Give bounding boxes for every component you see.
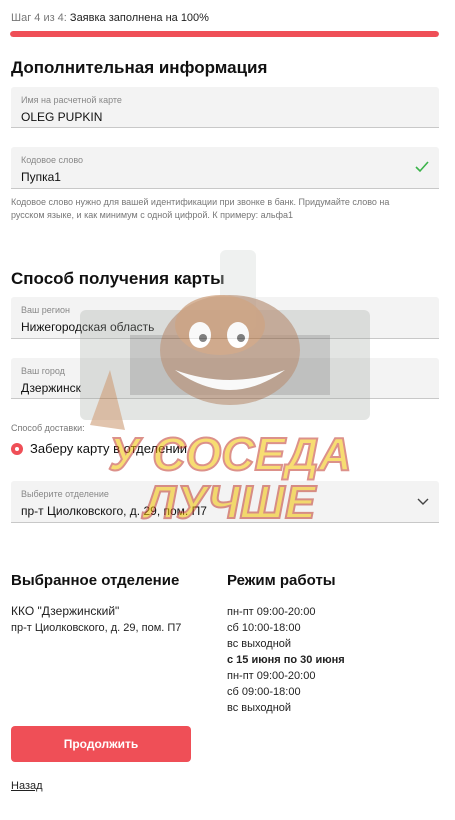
schedule-line: вс выходной	[227, 702, 292, 714]
branch-name: ККО "Дзержинский"	[11, 604, 120, 618]
branch-select[interactable]: Выберите отделение пр-т Циолковского, д.…	[11, 481, 439, 523]
step-prefix: Шаг 4 из 4:	[11, 12, 67, 24]
check-icon	[415, 161, 429, 173]
code-word-label: Кодовое слово	[21, 155, 84, 165]
branch-address: пр-т Циолковского, д. 29, пом. П7	[11, 622, 182, 634]
schedule-line: пн-пт 09:00-20:00	[227, 606, 316, 618]
schedule-line: пн-пт 09:00-20:00	[227, 670, 316, 682]
progress-bar	[10, 31, 439, 37]
region-field[interactable]: Ваш регион Нижегородская область	[11, 297, 439, 339]
chevron-down-icon[interactable]	[417, 498, 429, 506]
schedule-line: сб 10:00-18:00	[227, 622, 301, 634]
region-label: Ваш регион	[21, 305, 71, 315]
branch-select-label: Выберите отделение	[21, 489, 109, 499]
code-word-hint: Кодовое слово нужно для вашей идентифика…	[11, 197, 390, 220]
schedule-line: сб 09:00-18:00	[227, 686, 301, 698]
back-link[interactable]: Назад	[11, 780, 43, 792]
continue-button[interactable]: Продолжить	[11, 726, 191, 762]
delivery-option-label: Заберу карту в отделении	[30, 441, 188, 456]
branch-select-value: пр-т Циолковского, д. 29, пом. П7	[21, 504, 207, 518]
additional-info-title: Дополнительная информация	[11, 58, 268, 77]
code-word-field[interactable]: Кодовое слово Пупка1	[11, 147, 439, 189]
selected-branch-title: Выбранное отделение	[11, 572, 180, 589]
schedule-line: вс выходной	[227, 638, 292, 650]
region-value: Нижегородская область	[21, 320, 155, 334]
step-indicator: Шаг 4 из 4: Заявка заполнена на 100%	[11, 12, 209, 24]
card-name-field[interactable]: Имя на расчетной карте OLEG PUPKIN	[11, 87, 439, 128]
schedule-period: с 15 июня по 30 июня	[227, 654, 345, 666]
card-delivery-title: Способ получения карты	[11, 269, 225, 288]
card-name-label: Имя на расчетной карте	[21, 95, 122, 105]
schedule-list: пн-пт 09:00-20:00 сб 10:00-18:00 вс выхо…	[227, 604, 345, 716]
step-status: Заявка заполнена на 100%	[69, 12, 209, 24]
city-field[interactable]: Ваш город Дзержинск	[11, 358, 439, 399]
radio-selected-icon	[11, 442, 23, 455]
schedule-title: Режим работы	[227, 572, 336, 589]
city-value: Дзержинск	[21, 381, 81, 395]
delivery-method-label: Способ доставки:	[11, 423, 85, 433]
card-name-value: OLEG PUPKIN	[21, 110, 103, 124]
city-label: Ваш город	[21, 366, 65, 376]
code-word-value: Пупка1	[21, 170, 61, 184]
progress-fill	[10, 31, 439, 37]
delivery-option-branch[interactable]: Заберу карту в отделении	[11, 441, 187, 456]
